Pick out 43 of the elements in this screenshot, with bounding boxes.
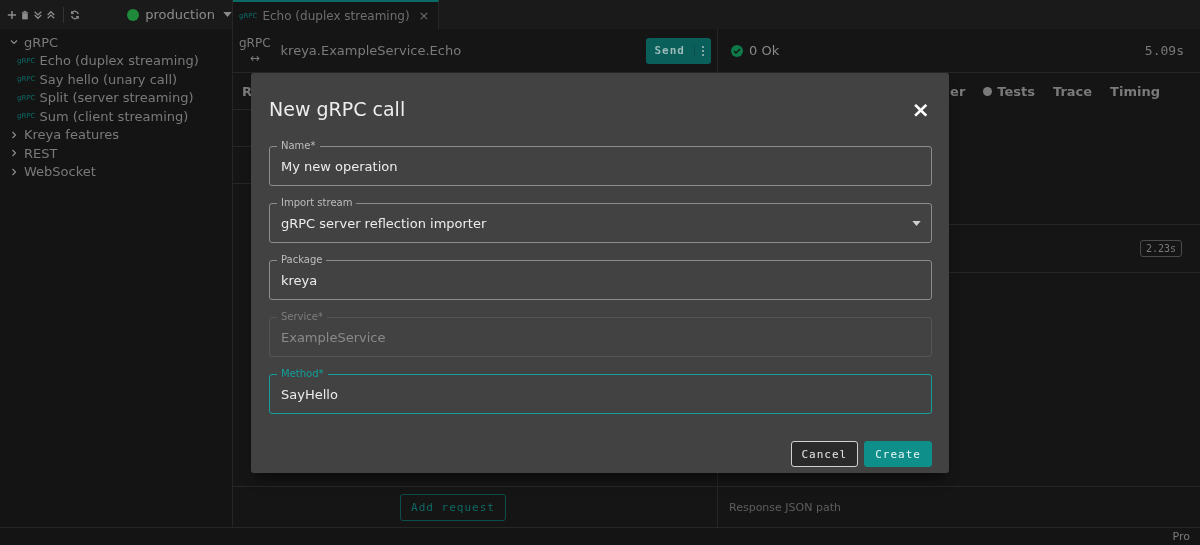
add-request-button[interactable]: Add request	[400, 493, 506, 521]
duration-text: 5.09s	[1144, 43, 1184, 58]
bidirectional-icon: ↔	[249, 50, 260, 66]
caret-icon	[912, 221, 921, 226]
collapse-all-icon[interactable]	[45, 8, 56, 21]
folder-label: WebSocket	[24, 164, 96, 180]
environment-name: production	[145, 7, 215, 22]
folder-label: Kreya features	[24, 127, 120, 143]
item-label: Say hello (unary call)	[39, 71, 178, 87]
tree-folder[interactable]: REST	[0, 144, 232, 163]
response-tab[interactable]: Trace	[1052, 83, 1093, 99]
response-tab[interactable]: Tests	[983, 83, 1035, 99]
plan-label: Pro	[1172, 530, 1190, 543]
tree-folder[interactable]: Kreya features	[0, 125, 232, 144]
item-label: Split (server streaming)	[39, 90, 194, 106]
timing-badge: 2.23s	[1139, 240, 1182, 257]
close-icon[interactable]: ×	[911, 97, 930, 122]
chevron-icon	[10, 130, 18, 139]
dialog-title: New gRPC call	[269, 97, 406, 120]
item-label: Sum (client streaming)	[39, 108, 189, 124]
json-path-field[interactable]: Response JSON path	[729, 500, 841, 514]
protocol-label: gRPC	[239, 35, 271, 51]
close-icon[interactable]: ×	[418, 8, 430, 23]
check-circle-icon	[731, 44, 743, 57]
tree-folder[interactable]: WebSocket	[0, 162, 232, 181]
folder-label: gRPC	[24, 34, 59, 50]
cancel-button[interactable]: Cancel	[790, 441, 859, 467]
status-text: 0 Ok	[749, 43, 780, 58]
tree-folder[interactable]: gRPC	[0, 33, 232, 52]
method-name: kreya.ExampleService.Echo	[280, 43, 463, 58]
trash-icon[interactable]	[19, 8, 30, 21]
tab-label: Echo (duplex streaming)	[262, 8, 410, 23]
item-label: Echo (duplex streaming)	[39, 53, 199, 69]
create-button[interactable]: Create	[864, 441, 932, 467]
add-icon[interactable]	[7, 8, 17, 21]
folder-label: REST	[24, 145, 58, 161]
response-tab[interactable]: Timing	[1110, 83, 1160, 99]
caret-icon	[223, 12, 232, 17]
status-dot	[127, 8, 140, 21]
refresh-icon[interactable]	[70, 8, 81, 21]
request-tab[interactable]: R	[242, 83, 252, 99]
response-tab[interactable]: er	[950, 83, 966, 99]
chevron-icon	[10, 38, 18, 47]
